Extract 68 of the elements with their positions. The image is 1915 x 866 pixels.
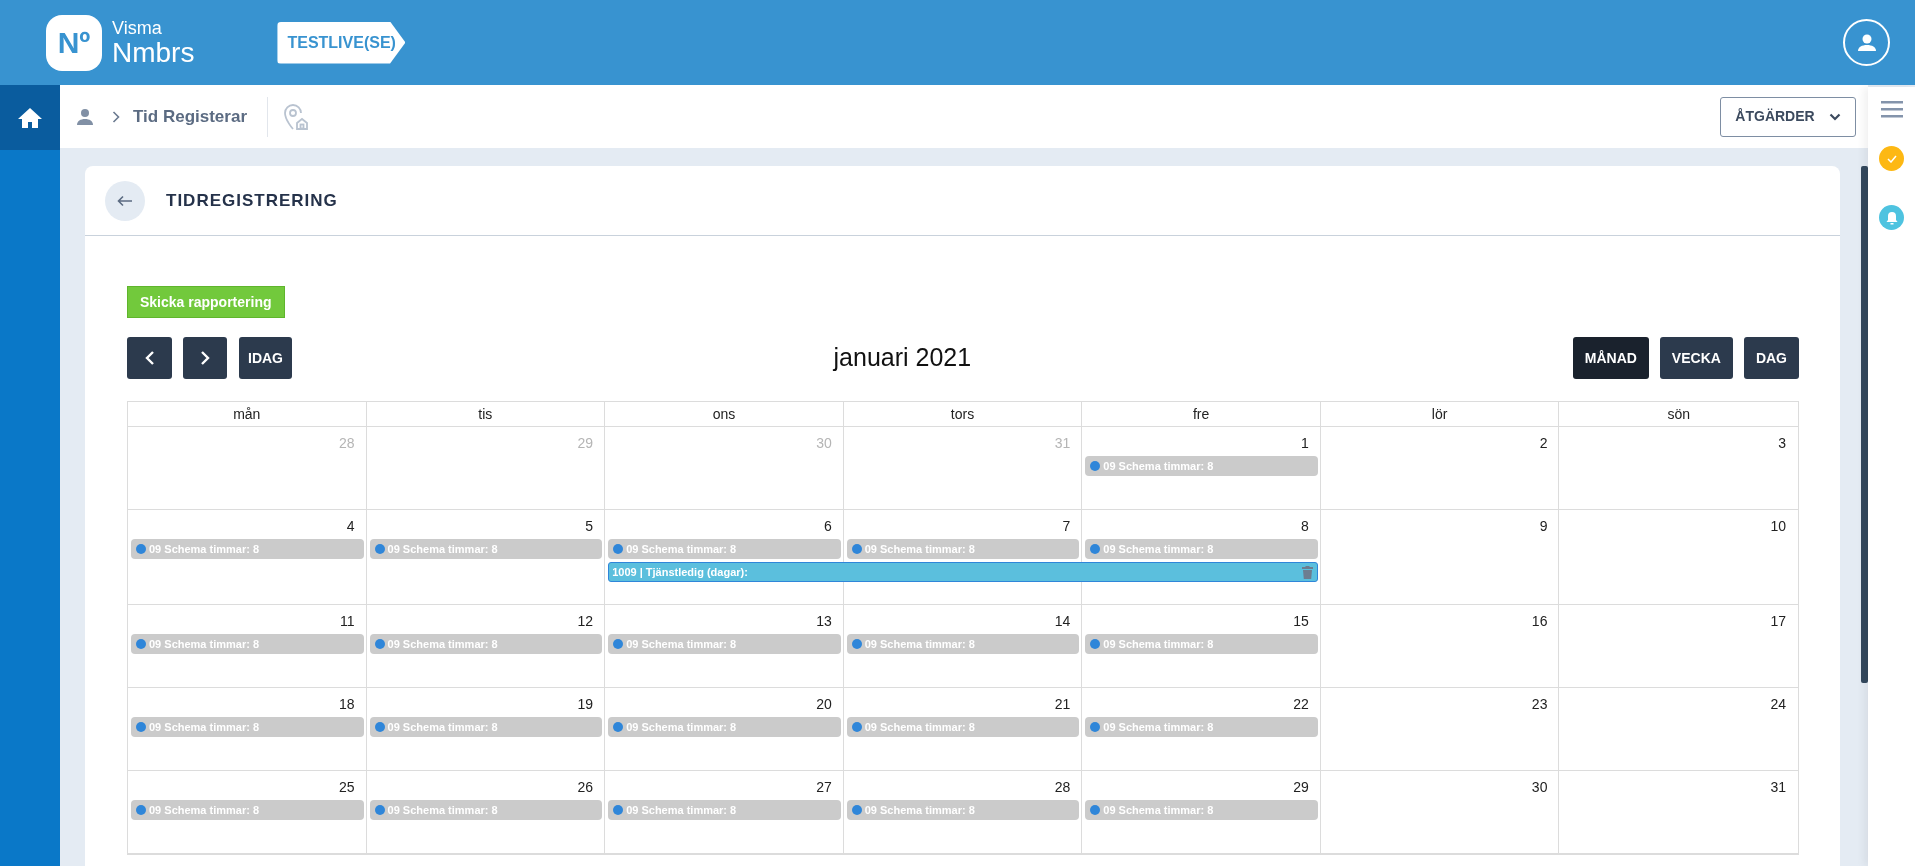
date-number[interactable]: 2 <box>1320 427 1560 454</box>
date-number[interactable]: 24 <box>1559 688 1798 715</box>
home-icon <box>17 105 43 130</box>
weekday-header: mån <box>128 402 367 426</box>
scrollbar-thumb[interactable] <box>1861 166 1868 683</box>
date-number[interactable]: 17 <box>1559 605 1798 632</box>
bell-icon[interactable] <box>1879 205 1904 230</box>
date-number[interactable]: 9 <box>1320 510 1560 537</box>
weekday-header: tis <box>366 402 606 426</box>
actions-dropdown-button[interactable]: ÅTGÄRDER <box>1720 96 1856 137</box>
view-tab[interactable]: MÅNAD <box>1572 337 1649 379</box>
person-icon <box>1856 32 1877 53</box>
menu-icon[interactable] <box>1880 100 1903 118</box>
user-avatar-button[interactable] <box>1843 19 1890 66</box>
month-title: januari 2021 <box>833 342 972 374</box>
view-tab[interactable]: DAG <box>1743 337 1799 379</box>
date-number[interactable]: 20 <box>605 688 844 715</box>
date-number[interactable]: 22 <box>1082 688 1321 715</box>
date-number[interactable]: 27 <box>605 771 844 798</box>
date-number[interactable]: 21 <box>843 688 1083 715</box>
breadcrumb-text[interactable]: Tid Registerar <box>133 103 247 130</box>
home-button[interactable] <box>0 85 60 150</box>
chevron-left-icon <box>144 350 155 366</box>
date-number[interactable]: 4 <box>128 510 367 537</box>
today-button[interactable]: IDAG <box>239 337 292 379</box>
date-number[interactable]: 15 <box>1082 605 1321 632</box>
date-number[interactable]: 29 <box>1082 771 1321 798</box>
weekday-header: ons <box>605 402 844 426</box>
arrow-left-icon <box>117 194 133 207</box>
date-number[interactable]: 6 <box>605 510 844 537</box>
chevron-right-icon <box>112 110 120 123</box>
next-button[interactable] <box>183 337 227 379</box>
date-number[interactable]: 12 <box>366 605 606 632</box>
page-title: TIDREGISTRERING <box>166 189 338 212</box>
check-icon[interactable] <box>1879 146 1904 171</box>
chevron-down-icon <box>1828 112 1841 121</box>
date-number[interactable]: 26 <box>366 771 606 798</box>
date-number[interactable]: 5 <box>366 510 606 537</box>
weekday-header: tors <box>843 402 1083 426</box>
date-number[interactable]: 8 <box>1082 510 1321 537</box>
date-number[interactable]: 14 <box>843 605 1083 632</box>
trash-icon[interactable] <box>1301 565 1313 579</box>
date-number[interactable]: 13 <box>605 605 844 632</box>
date-number[interactable]: 1 <box>1082 427 1321 454</box>
date-number[interactable]: 11 <box>128 605 367 632</box>
date-number[interactable]: 10 <box>1559 510 1798 537</box>
date-number[interactable]: 18 <box>128 688 367 715</box>
logo-mark: Nº <box>46 14 102 71</box>
date-number[interactable]: 19 <box>366 688 606 715</box>
view-tab[interactable]: VECKA <box>1659 337 1733 379</box>
date-number[interactable]: 31 <box>1559 771 1798 798</box>
date-number[interactable]: 23 <box>1320 688 1560 715</box>
date-number[interactable]: 28 <box>843 771 1083 798</box>
chevron-right-icon <box>200 350 210 366</box>
date-number[interactable]: 25 <box>128 771 367 798</box>
weekday-header: sön <box>1666 404 1691 424</box>
weekday-header: lör <box>1320 402 1560 426</box>
person-icon <box>76 107 94 126</box>
date-number[interactable]: 3 <box>1559 427 1798 454</box>
logo-text: Nmbrs <box>112 38 195 67</box>
location-home-icon[interactable] <box>282 101 310 132</box>
logo-text: Visma <box>112 18 163 37</box>
date-number[interactable]: 30 <box>1320 771 1560 798</box>
date-number[interactable]: 16 <box>1320 605 1560 632</box>
previous-button[interactable] <box>127 337 172 379</box>
back-button[interactable] <box>105 180 145 221</box>
date-number[interactable]: 7 <box>843 510 1083 537</box>
weekday-header: fre <box>1082 402 1321 426</box>
